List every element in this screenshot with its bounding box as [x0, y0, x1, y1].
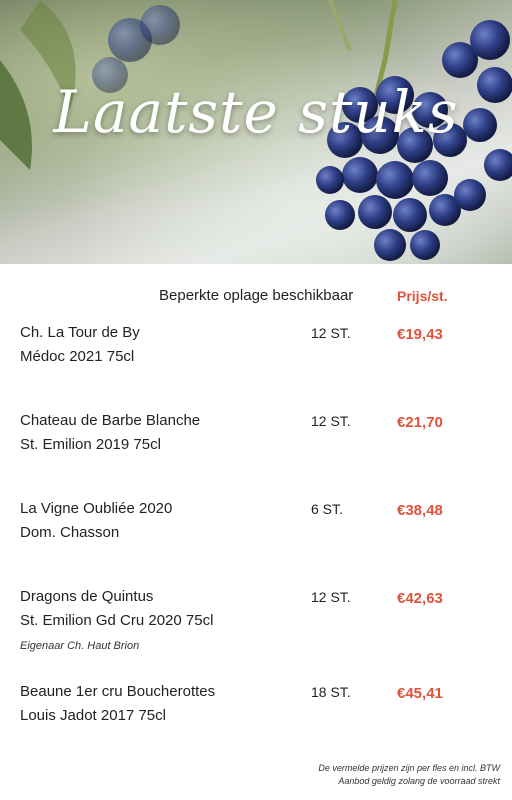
- wine-quantity: 12 ST.: [311, 589, 351, 605]
- footer-line2: Aanbod geldig zolang de voorraad strekt: [338, 776, 500, 786]
- wine-price: €21,70: [397, 414, 443, 431]
- wine-name: La Vigne Oubliée 2020 Dom. Chasson: [20, 497, 172, 545]
- wine-name: Dragons de Quintus St. Emilion Gd Cru 20…: [20, 585, 213, 633]
- wine-price: €38,48: [397, 502, 443, 519]
- wine-name-line2: St. Emilion 2019 75cl: [20, 436, 161, 453]
- wine-price: €42,63: [397, 590, 443, 607]
- wine-name: Chateau de Barbe Blanche St. Emilion 201…: [20, 409, 200, 457]
- wine-quantity: 18 ST.: [311, 684, 351, 700]
- hero-image: Laatste stuks: [0, 0, 512, 264]
- wine-name: Beaune 1er cru Boucherottes Louis Jadot …: [20, 680, 215, 728]
- hero-title: Laatste stuks: [53, 78, 459, 146]
- footer-disclaimer: De vermelde prijzen zijn per fles en inc…: [318, 762, 500, 788]
- wine-name-line2: Médoc 2021 75cl: [20, 348, 135, 365]
- price-column-header: Prijs/st.: [397, 288, 448, 304]
- table-subtitle: Beperkte oplage beschikbaar: [159, 287, 354, 304]
- wine-quantity: 6 ST.: [311, 501, 343, 517]
- wine-name-line1: Chateau de Barbe Blanche: [20, 412, 201, 429]
- wine-name-line2: St. Emilion Gd Cru 2020 75cl: [20, 612, 214, 629]
- wine-quantity: 12 ST.: [311, 413, 351, 429]
- wine-name-line1: Ch. La Tour de By: [20, 324, 140, 341]
- wine-name: Ch. La Tour de By Médoc 2021 75cl: [20, 321, 140, 369]
- wine-price: €45,41: [397, 685, 443, 702]
- wine-quantity: 12 ST.: [311, 325, 351, 341]
- wine-name-line2: Louis Jadot 2017 75cl: [20, 707, 166, 724]
- wine-name-line1: La Vigne Oubliée 2020: [20, 500, 173, 517]
- wine-name-line1: Beaune 1er cru Boucherottes: [20, 683, 216, 700]
- wine-price: €19,43: [397, 326, 443, 343]
- wine-name-line1: Dragons de Quintus: [20, 588, 154, 605]
- wine-name-line2: Dom. Chasson: [20, 524, 120, 541]
- footer-line1: De vermelde prijzen zijn per fles en inc…: [318, 763, 500, 773]
- owner-note: Eigenaar Ch. Haut Brion: [20, 640, 140, 652]
